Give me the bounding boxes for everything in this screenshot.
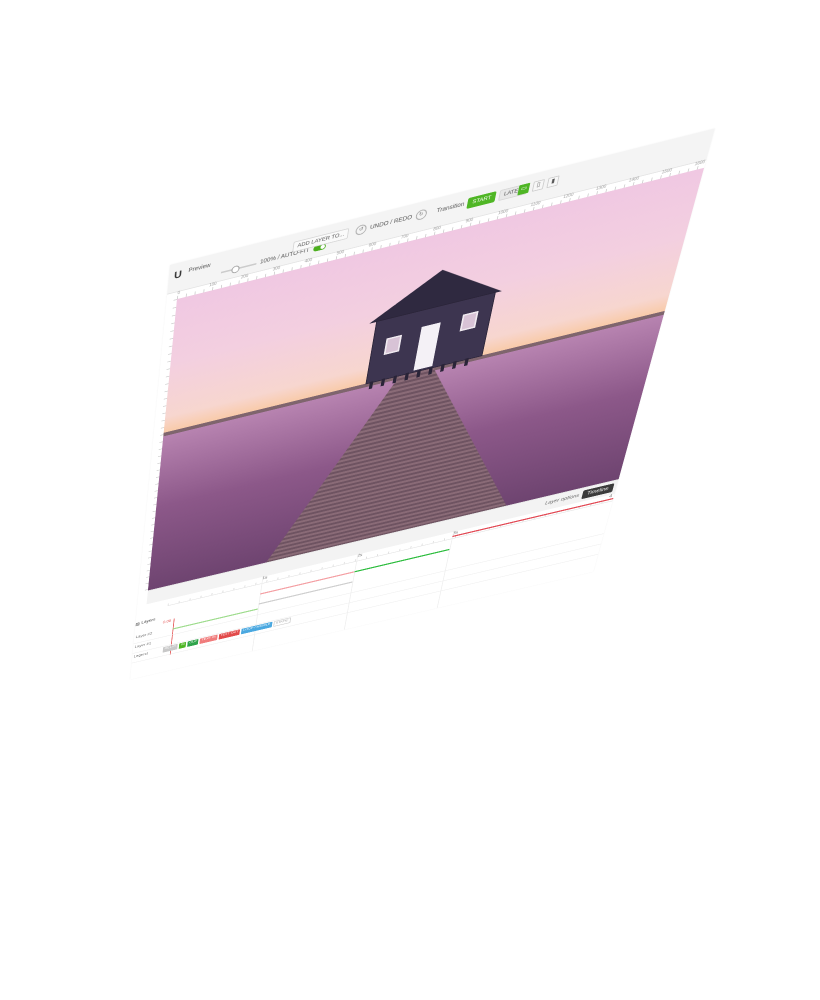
desktop-icon[interactable]: ▭ bbox=[517, 183, 530, 196]
undo-redo-label: UNDO / REDO bbox=[370, 214, 413, 230]
layers-icon: ▨ bbox=[135, 621, 140, 626]
zoom-slider[interactable] bbox=[221, 263, 257, 273]
ruler-number: 500 bbox=[336, 250, 344, 257]
undo-icon[interactable]: ↺ bbox=[355, 224, 367, 237]
app-logo: U bbox=[173, 267, 187, 283]
ruler-number: 300 bbox=[272, 266, 280, 273]
ruler-number: 1100 bbox=[530, 201, 541, 208]
ruler-number: 900 bbox=[465, 217, 473, 224]
ruler-number: 700 bbox=[400, 234, 408, 241]
current-time: 0.00 bbox=[163, 619, 172, 625]
layers-label: Layers bbox=[141, 618, 155, 625]
start-button[interactable]: START bbox=[467, 191, 497, 209]
preview-label: Preview bbox=[188, 263, 211, 274]
device-group: ▭ ▯ ▮ bbox=[517, 175, 559, 195]
redo-icon[interactable]: ↻ bbox=[415, 208, 428, 221]
ruler-number: 400 bbox=[304, 258, 312, 265]
scene: U Preview 100% / AUTO-FIT ADD LAYER TO..… bbox=[0, 0, 820, 1000]
ruler-number: 100 bbox=[209, 281, 217, 288]
mobile-icon[interactable]: ▮ bbox=[546, 175, 559, 188]
ruler-number: 0 bbox=[177, 291, 180, 296]
preview-group: Preview bbox=[188, 263, 211, 274]
ruler-number: 1000 bbox=[497, 209, 508, 216]
transition-label: Transition bbox=[436, 201, 465, 214]
ruler-number: 600 bbox=[368, 242, 376, 249]
ruler-number: 200 bbox=[241, 274, 249, 281]
slider-editor-panel: U Preview 100% / AUTO-FIT ADD LAYER TO..… bbox=[130, 128, 715, 679]
ruler-number: 800 bbox=[433, 225, 441, 232]
tablet-icon[interactable]: ▯ bbox=[532, 179, 545, 192]
